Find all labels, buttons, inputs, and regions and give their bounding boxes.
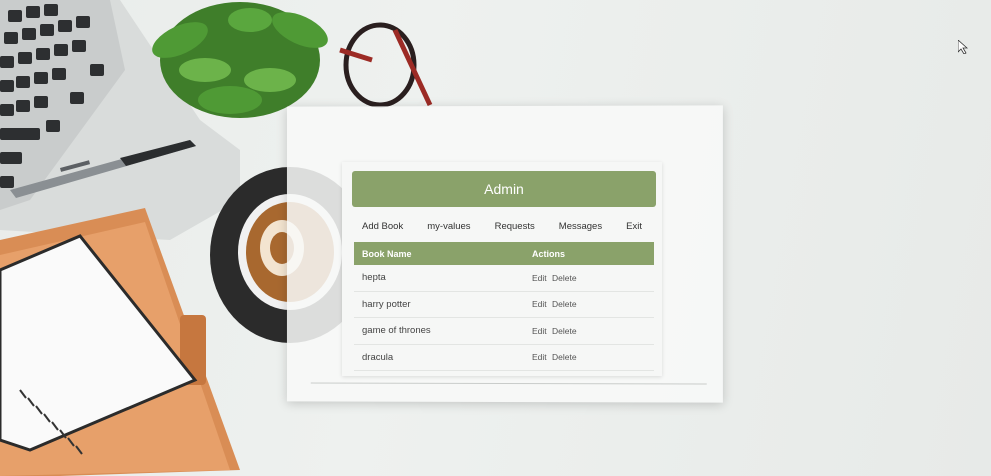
edit-link[interactable]: Edit (532, 273, 547, 283)
row-actions: Edit Delete (532, 299, 654, 309)
delete-link[interactable]: Delete (552, 326, 577, 336)
book-name: dracula (354, 352, 532, 363)
divider (311, 383, 707, 385)
mouse-cursor-icon (958, 40, 968, 54)
column-header-actions: Actions (532, 249, 654, 259)
table-header: Book Name Actions (354, 242, 654, 265)
delete-link[interactable]: Delete (552, 273, 577, 283)
table-row: harry potter Edit Delete (354, 292, 654, 319)
page-title: Admin (352, 171, 656, 207)
table-row: hepta Edit Delete (354, 265, 654, 292)
delete-link[interactable]: Delete (552, 352, 577, 362)
book-name: hepta (354, 272, 532, 283)
notebook-image (0, 208, 240, 476)
table-row: game of thrones Edit Delete (354, 318, 654, 345)
admin-nav: Add Book my-values Requests Messages Exi… (352, 216, 652, 236)
book-name: game of thrones (354, 325, 532, 336)
books-table: Book Name Actions hepta Edit Delete harr… (354, 242, 654, 371)
nav-exit-link[interactable]: Exit (626, 221, 642, 232)
row-actions: Edit Delete (532, 273, 654, 283)
glasses-image (340, 25, 430, 105)
nav-add-book-link[interactable]: Add Book (362, 221, 403, 232)
table-row: dracula Edit Delete (354, 345, 654, 372)
row-actions: Edit Delete (532, 352, 654, 362)
book-name: harry potter (354, 299, 532, 310)
nav-messages-link[interactable]: Messages (559, 221, 602, 232)
nav-requests-link[interactable]: Requests (495, 221, 535, 232)
delete-link[interactable]: Delete (552, 299, 577, 309)
row-actions: Edit Delete (532, 326, 654, 336)
edit-link[interactable]: Edit (532, 352, 547, 362)
admin-card: Admin Add Book my-values Requests Messag… (342, 162, 662, 376)
column-header-book-name: Book Name (354, 249, 532, 259)
edit-link[interactable]: Edit (532, 299, 547, 309)
edit-link[interactable]: Edit (532, 326, 547, 336)
nav-my-values-link[interactable]: my-values (427, 221, 470, 232)
